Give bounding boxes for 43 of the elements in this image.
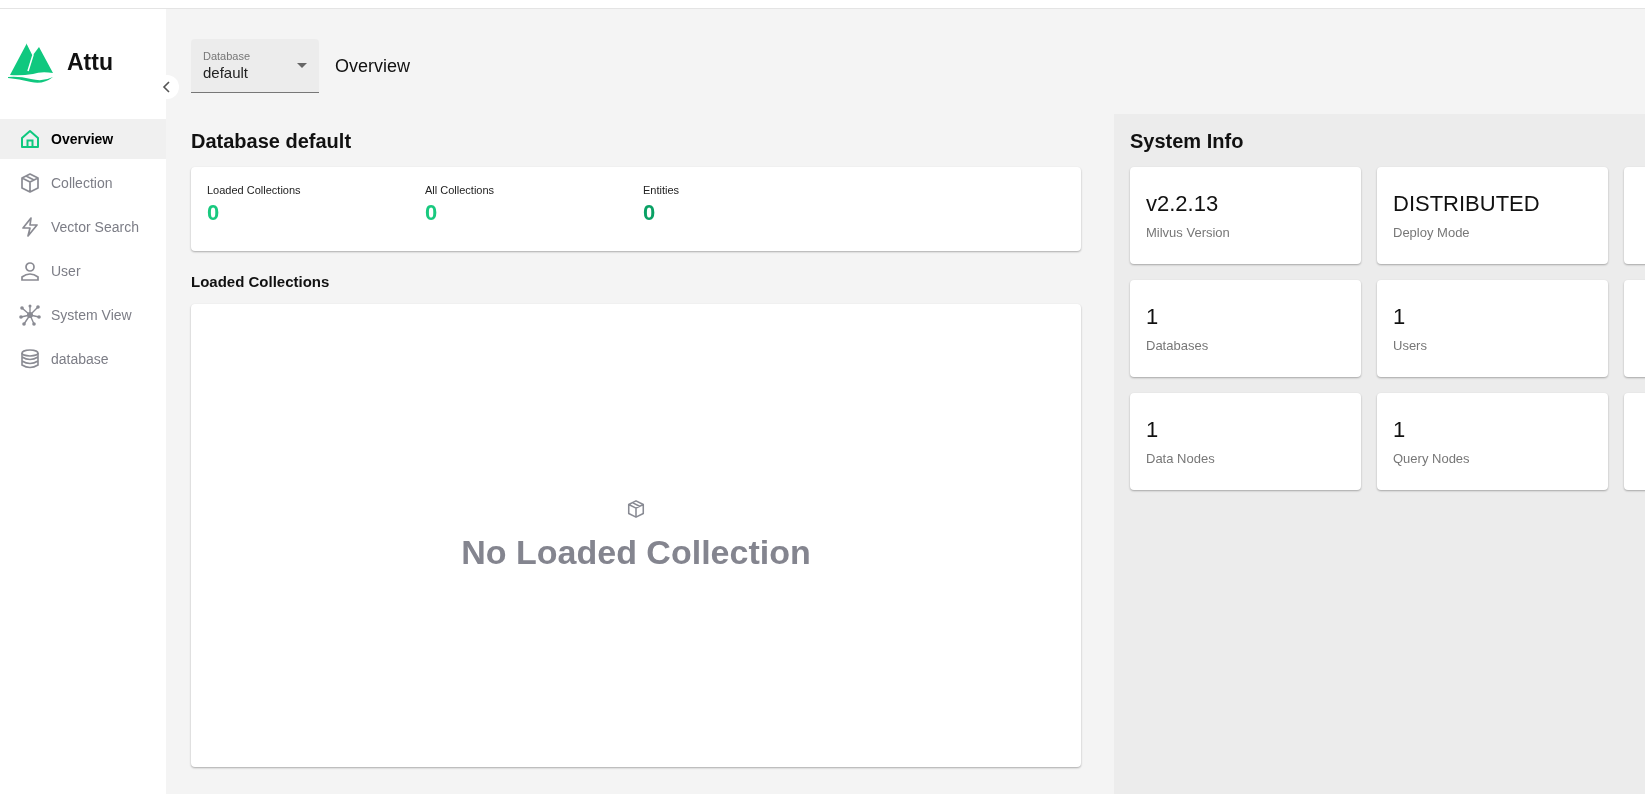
- nav-item[interactable]: User: [0, 251, 166, 291]
- empty-state-message: No Loaded Collection: [461, 533, 811, 572]
- database-select[interactable]: Database default: [191, 39, 319, 93]
- info-label: Milvus Version: [1146, 225, 1231, 240]
- info-value: 1: [1146, 304, 1160, 330]
- info-value: 1: [1393, 417, 1407, 443]
- section-title: Database default: [191, 130, 353, 153]
- info-label: Users: [1393, 338, 1428, 353]
- stat-label: Entities: [643, 184, 681, 196]
- caret-icon: [297, 63, 307, 68]
- house-icon: [19, 128, 41, 150]
- info-value: DISTRIBUTED: [1393, 191, 1541, 217]
- cube-icon: [19, 172, 41, 194]
- section-title: System Info: [1130, 130, 1245, 153]
- nav-item[interactable]: System View: [0, 295, 166, 335]
- logo-icon: [7, 41, 53, 83]
- database-icon: [19, 348, 41, 370]
- stat-label: All Collections: [425, 184, 496, 196]
- info-value: v2.2.13: [1146, 191, 1220, 217]
- user-icon: [19, 260, 41, 282]
- stat-value: 0: [207, 200, 221, 226]
- info-value: 1: [1393, 304, 1407, 330]
- app-name: Attu: [67, 48, 113, 76]
- select-value: default: [203, 64, 250, 81]
- field-label: Database: [203, 50, 251, 62]
- nav-item[interactable]: database: [0, 339, 166, 379]
- stat-value: 0: [425, 200, 439, 226]
- section-subtitle: Loaded Collections: [191, 273, 331, 290]
- info-label: Query Nodes: [1393, 451, 1471, 466]
- info-label: Data Nodes: [1146, 451, 1216, 466]
- nav-item[interactable]: Collection: [0, 163, 166, 203]
- stat-value: 0: [643, 200, 657, 226]
- page-title: Overview: [335, 55, 410, 77]
- info-label: Databases: [1146, 338, 1210, 353]
- lightning-icon: [19, 216, 41, 238]
- network-icon: [19, 304, 41, 326]
- chevron-left-icon: [162, 81, 172, 93]
- info-value: 1: [1146, 417, 1160, 443]
- nav-item[interactable]: Overview: [0, 119, 166, 159]
- nav-item[interactable]: Vector Search: [0, 207, 166, 247]
- info-label: Deploy Mode: [1393, 225, 1471, 240]
- stat-label: Loaded Collections: [207, 184, 302, 196]
- cube-icon: [626, 499, 646, 519]
